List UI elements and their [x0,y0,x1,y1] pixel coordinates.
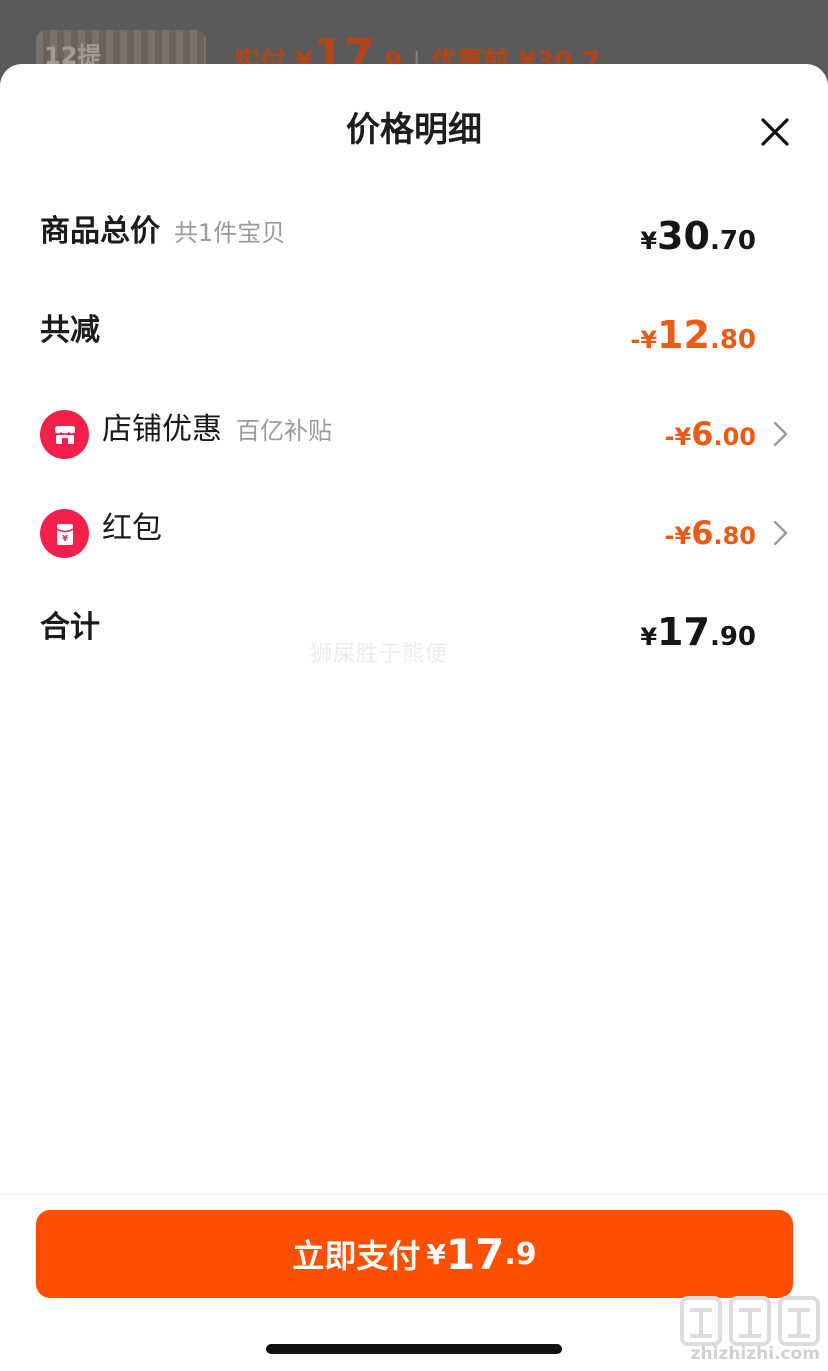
total-dec: .90 [709,622,756,652]
home-indicator [266,1344,562,1354]
pay-now-dec: .9 [504,1236,537,1272]
pay-now-currency: ¥ [426,1237,446,1271]
discount-total-dec: .80 [709,325,756,355]
red-packet-label: 红包 [102,511,162,546]
subtotal-row: 商品总价 共1件宝贝 ¥30.70 [0,206,828,266]
red-packet-int: 6 [691,514,714,552]
red-packet-amount: -¥6.80 [665,503,756,569]
subtotal-amount: ¥30.70 [640,206,756,274]
site-text: zhizhizhi.com [690,1344,820,1364]
store-coupon-label: 店铺优惠 百亿补贴 [102,404,332,448]
close-icon [761,118,789,146]
red-packet-currency: -¥ [664,522,692,550]
store-coupon-label-text: 店铺优惠 [102,412,222,447]
subtotal-label-text: 商品总价 [40,214,160,249]
discount-total-amount: -¥12.80 [630,305,756,373]
store-coupon-currency: -¥ [664,423,692,451]
total-label: 合计 [40,610,100,645]
discount-total-int: 12 [657,313,710,357]
pay-now-int: 17 [445,1229,505,1279]
item-count: 共1件宝贝 [174,219,286,247]
total-int: 17 [657,610,710,654]
close-button[interactable] [752,114,798,150]
svg-text:¥: ¥ [62,534,68,543]
subtotal-currency: ¥ [640,227,658,255]
store-coupon-amount: -¥6.00 [665,404,756,470]
chevron-right-icon [773,520,788,546]
red-packet-row[interactable]: ¥ 红包 -¥6.80 [0,503,828,563]
store-coupon-subtitle: 百亿补贴 [236,417,332,445]
total-currency: ¥ [640,623,658,651]
red-packet-icon: ¥ [40,509,89,558]
watermark: 狮屎胜于熊便 [310,642,449,667]
pay-now-button[interactable]: 立即支付 ¥17.9 [36,1210,793,1298]
subtotal-dec: .70 [709,226,756,256]
footer-divider [0,1194,828,1195]
discount-total-row: 共减 -¥12.80 [0,305,828,365]
discount-total-currency: -¥ [630,326,658,354]
subtotal-label: 商品总价 共1件宝贝 [40,206,285,250]
sheet-title: 价格明细 [346,110,482,150]
discount-total-label: 共减 [40,313,100,348]
price-detail-sheet: 价格明细 商品总价 共1件宝贝 ¥30.70 共减 -¥12.80 店铺优惠 百… [0,64,828,1371]
store-icon [40,410,89,459]
store-coupon-int: 6 [691,415,714,453]
chevron-right-icon [773,421,788,447]
red-packet-dec: .80 [713,522,756,550]
subtotal-int: 30 [657,214,710,258]
pay-now-label: 立即支付 [292,1237,421,1275]
store-coupon-row[interactable]: 店铺优惠 百亿补贴 -¥6.00 [0,404,828,464]
store-coupon-dec: .00 [713,423,756,451]
total-amount: ¥17.90 [640,602,756,670]
